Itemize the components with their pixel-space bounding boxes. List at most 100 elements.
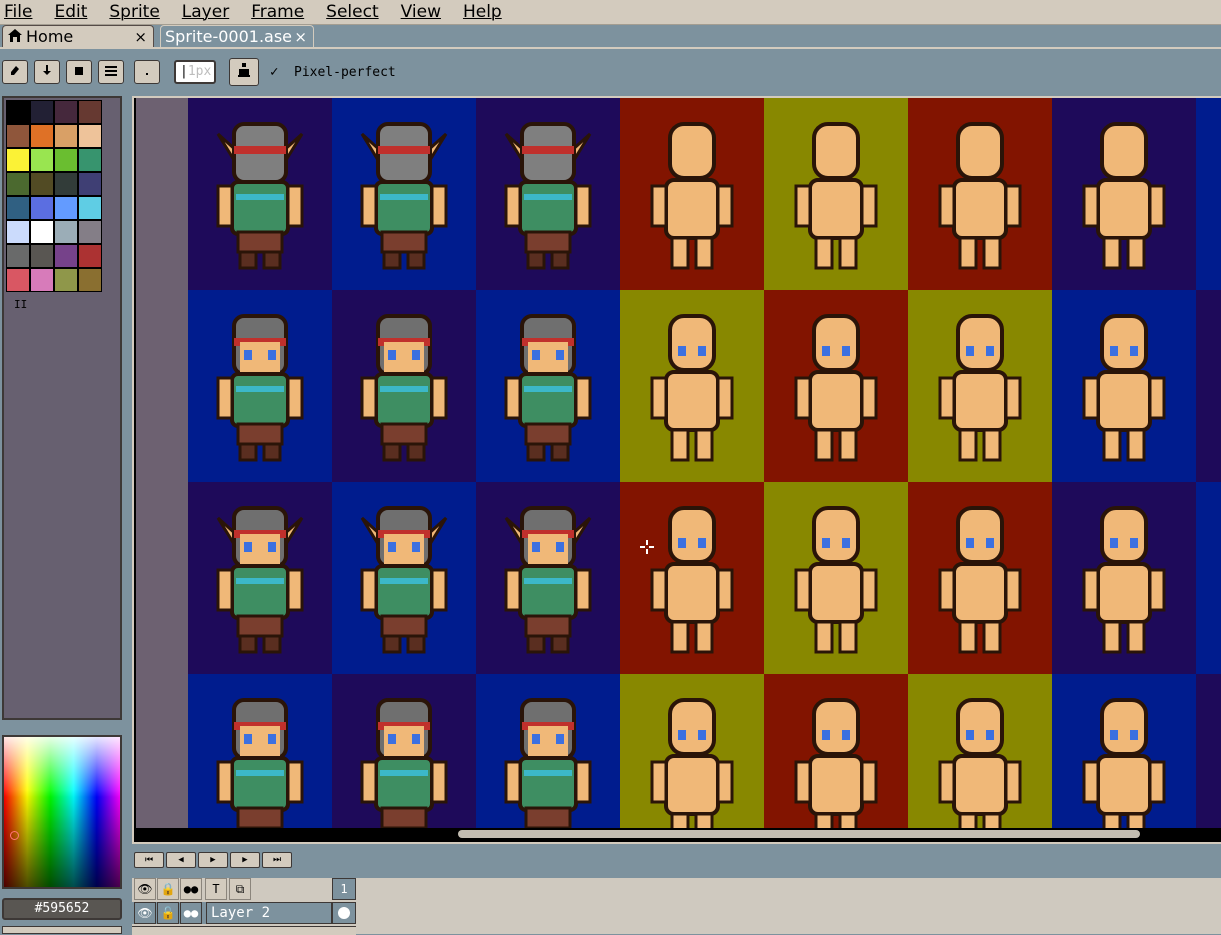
tab-sprite-file[interactable]: Sprite-0001.ase × [160,25,314,47]
link-icon[interactable]: ●● [180,902,202,924]
palette-swatch[interactable] [54,100,78,124]
sprite-canvas[interactable] [188,98,1221,828]
palette-swatch[interactable] [54,196,78,220]
sprite-cell[interactable] [188,98,332,290]
last-frame-button[interactable]: ⏭ [262,852,292,868]
ink-button[interactable] [34,60,60,84]
sprite-cell[interactable] [476,98,620,290]
close-icon[interactable]: × [134,28,147,46]
unlock-icon[interactable]: 🔓 [157,902,179,924]
menu-frame[interactable]: Frame [249,2,306,22]
palette-swatch[interactable] [6,100,30,124]
palette-swatch[interactable] [78,220,102,244]
sprite-cell[interactable] [1196,290,1221,482]
palette-swatch[interactable] [54,172,78,196]
palette-swatch[interactable] [6,124,30,148]
sprite-cell[interactable] [188,482,332,674]
square-brush-button[interactable] [66,60,92,84]
palette-swatch[interactable] [54,124,78,148]
sprite-cell[interactable] [908,98,1052,290]
sprite-cell[interactable] [332,98,476,290]
ink-type-button[interactable] [229,58,259,86]
menu-select[interactable]: Select [324,2,380,22]
menu-edit[interactable]: Edit [52,2,89,22]
menu-layer[interactable]: Layer [180,2,231,22]
options-button[interactable] [98,60,124,84]
palette-swatch[interactable] [30,196,54,220]
palette-resize-handle[interactable]: II [14,298,27,311]
sprite-cell[interactable] [908,290,1052,482]
palette-swatch[interactable] [30,220,54,244]
sprite-cell[interactable] [620,674,764,828]
color-spectrum[interactable] [2,735,122,889]
sprite-cell[interactable] [476,674,620,828]
sprite-cell[interactable] [908,482,1052,674]
sprite-cell[interactable] [332,674,476,828]
palette-swatch[interactable] [78,148,102,172]
sprite-cell[interactable] [764,482,908,674]
sprite-cell[interactable] [188,290,332,482]
palette-swatch[interactable] [30,100,54,124]
layer-name[interactable]: Layer 2 [206,902,332,924]
canvas-background[interactable] [136,98,188,828]
menu-view[interactable]: View [399,2,443,22]
sprite-cell[interactable] [476,290,620,482]
sprite-cell[interactable] [188,674,332,828]
sprite-cell[interactable] [1052,290,1196,482]
palette-swatch[interactable] [54,148,78,172]
frame-number-header[interactable]: 1 [332,878,356,900]
palette-swatch[interactable] [6,172,30,196]
sprite-cell[interactable] [1052,674,1196,828]
brush-shape-button[interactable] [2,60,28,84]
layer-options-icon[interactable]: ⧉ [229,878,251,900]
palette-swatch[interactable] [78,100,102,124]
palette-swatch[interactable] [6,220,30,244]
sprite-cell[interactable] [1052,482,1196,674]
sprite-cell[interactable] [908,674,1052,828]
menu-sprite[interactable]: Sprite [107,2,161,22]
brush-dot-button[interactable] [134,60,160,84]
sprite-cell[interactable] [1196,674,1221,828]
play-button[interactable]: ▶ [198,852,228,868]
eye-icon[interactable]: 👁 [134,902,156,924]
palette-swatch[interactable] [6,196,30,220]
palette-swatch[interactable] [78,268,102,292]
palette-swatch[interactable] [78,124,102,148]
previous-frame-button[interactable]: ◀ [166,852,196,868]
palette-swatch[interactable] [30,148,54,172]
sprite-cell[interactable] [764,98,908,290]
palette-swatch[interactable] [78,172,102,196]
sprite-cell[interactable] [764,290,908,482]
sprite-cell[interactable] [620,290,764,482]
lock-header-icon[interactable]: 🔒 [157,878,179,900]
next-frame-button[interactable]: ▶ [230,852,260,868]
palette-swatch[interactable] [30,268,54,292]
palette-swatch[interactable] [54,220,78,244]
sprite-cell[interactable] [1196,98,1221,290]
tab-home[interactable]: Home × [2,25,154,47]
sprite-cell[interactable] [1052,98,1196,290]
sprite-cell[interactable] [332,290,476,482]
horizontal-scrollbar-thumb[interactable] [458,830,1140,838]
visibility-header-icon[interactable]: 👁 [134,878,156,900]
first-frame-button[interactable]: ⏮ [134,852,164,868]
sprite-cell[interactable] [332,482,476,674]
palette-swatch[interactable] [30,244,54,268]
link-header-icon[interactable]: ●● [180,878,202,900]
palette-swatch[interactable] [54,268,78,292]
palette-swatch[interactable] [78,196,102,220]
palette-swatch[interactable] [54,244,78,268]
menu-help[interactable]: Help [461,2,504,22]
menu-file[interactable]: File [2,2,34,22]
sprite-cell[interactable] [764,674,908,828]
palette-swatch[interactable] [30,124,54,148]
brush-size-input[interactable]: |1px [174,60,216,84]
palette-swatch[interactable] [6,268,30,292]
layer-cel[interactable] [332,902,356,924]
palette-swatch[interactable] [6,148,30,172]
pixel-perfect-checkbox[interactable]: ✓ [270,64,278,80]
close-icon[interactable]: × [294,28,307,46]
onion-skin-icon[interactable]: T [205,878,227,900]
sprite-cell[interactable] [476,482,620,674]
sprite-cell[interactable] [620,98,764,290]
